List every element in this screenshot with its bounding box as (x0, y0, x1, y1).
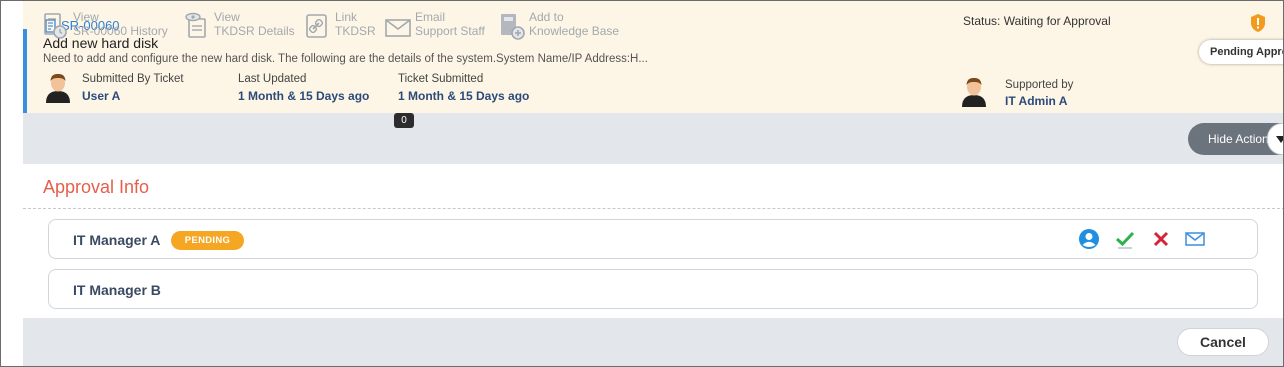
last-updated-value: 1 Month & 15 Days ago (238, 89, 370, 103)
left-strip (1, 1, 23, 366)
submitted-by-value: User A (82, 89, 121, 103)
header-accent-bar (23, 29, 27, 113)
action-toolbar (23, 113, 1283, 164)
alert-shield-icon (1251, 14, 1265, 32)
checkmark-icon[interactable] (1114, 228, 1136, 250)
ticket-status: Status: Waiting for Approval (963, 14, 1111, 28)
ticket-description: Need to add and configure the new hard d… (43, 53, 648, 65)
ticket-submitted-value: 1 Month & 15 Days ago (398, 89, 530, 103)
ticket-submitted-label: Ticket Submitted (398, 73, 484, 85)
dialog-footer (23, 318, 1283, 366)
approver-name: IT Manager A (73, 232, 161, 248)
email-line1: Email (415, 10, 446, 24)
view-details-button[interactable]: View TKDSR Details (184, 10, 295, 40)
last-updated-label: Last Updated (238, 73, 307, 85)
link-icon (306, 14, 327, 38)
book-add-icon (501, 14, 525, 40)
link-line1: Link (335, 10, 358, 24)
email-count-badge: 0 (394, 113, 414, 128)
approver-row: IT Manager A PENDING (48, 219, 1258, 259)
pending-approval-pill[interactable]: Pending Approval (1199, 40, 1283, 64)
section-divider (23, 208, 1283, 209)
approver-name: IT Manager B (73, 282, 161, 298)
kb-line1: Add to (529, 10, 564, 24)
view-details-line2: TKDSR Details (214, 24, 295, 38)
link-line2: TKDSR (335, 24, 376, 38)
add-knowledge-base-button[interactable]: Add to Knowledge Base (499, 10, 619, 40)
view-history-line1: View (73, 10, 99, 24)
approver-row: IT Manager B (48, 269, 1258, 309)
user-circle-icon[interactable] (1078, 228, 1100, 250)
eye-doc-icon (185, 12, 206, 38)
submitter-avatar (46, 73, 70, 103)
approval-info-title: Approval Info (43, 177, 150, 197)
supported-by-value: IT Admin A (1005, 94, 1068, 108)
view-history-line2: SR-00060 History (73, 24, 168, 38)
mail-icon[interactable] (1184, 228, 1206, 250)
supported-by-label: Supported by (1005, 79, 1074, 91)
supporter-avatar (962, 77, 986, 107)
envelope-icon (385, 19, 411, 37)
link-button[interactable]: Link TKDSR (305, 10, 376, 40)
submitted-by-label: Submitted By Ticket (82, 73, 184, 85)
chevron-down-icon (1276, 136, 1283, 143)
history-doc-icon (44, 13, 67, 39)
view-history-button[interactable]: View SR-00060 History (43, 10, 168, 40)
view-details-line1: View (214, 10, 240, 24)
status-badge: PENDING (171, 231, 244, 250)
email-line2: Support Staff (415, 24, 485, 38)
x-icon[interactable] (1150, 228, 1172, 250)
kb-line2: Knowledge Base (529, 24, 620, 38)
cancel-button[interactable]: Cancel (1177, 328, 1269, 356)
email-support-button[interactable]: Email Support Staff (385, 10, 485, 40)
approval-window: SR-00060 Add new hard disk Need to add a… (0, 0, 1284, 367)
